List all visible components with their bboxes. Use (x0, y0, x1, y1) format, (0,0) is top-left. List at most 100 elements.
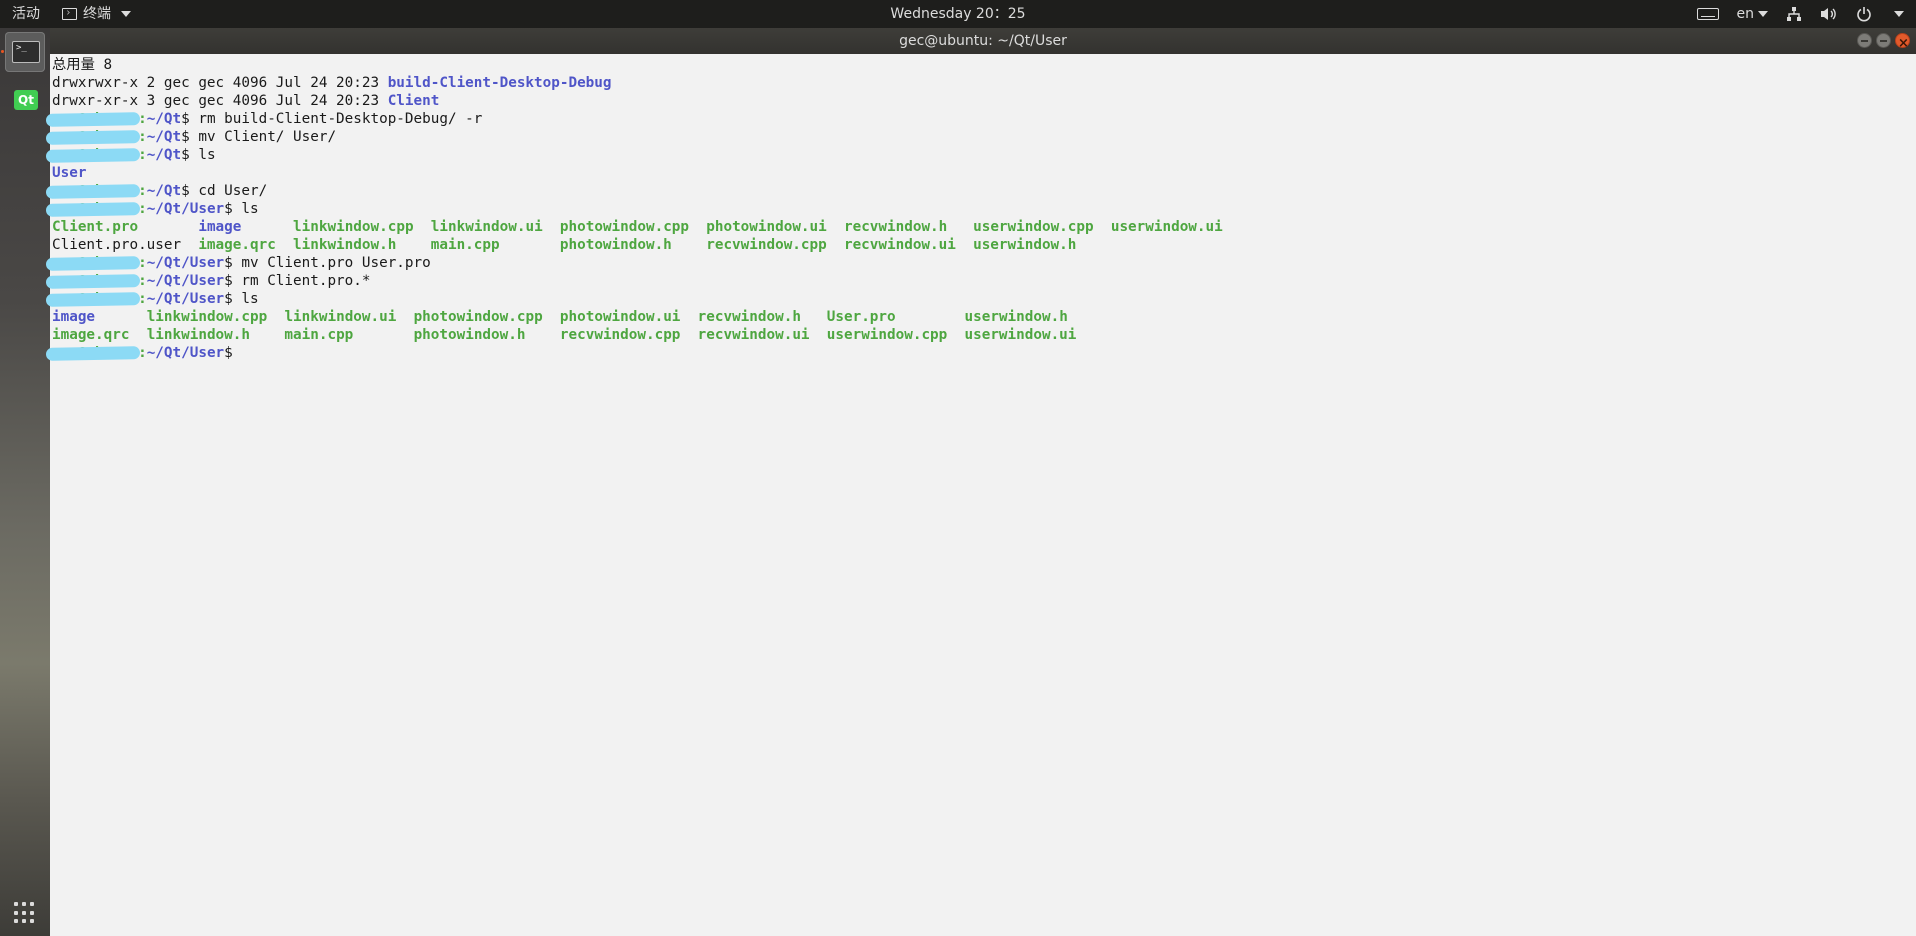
file-entry: linkwindow.h (293, 237, 397, 253)
prompt-path: ~/Qt/User (146, 291, 225, 307)
redaction-mark (45, 202, 141, 217)
terminal-line: gec@ubuntu:~/Qt/User$ ls (45, 290, 1223, 308)
prompt-path: ~/Qt (146, 129, 182, 145)
directory-entry: image (52, 309, 96, 325)
show-applications-button[interactable] (14, 902, 36, 924)
terminal-icon: >_ (12, 41, 40, 63)
file-entry: linkwindow.cpp (146, 309, 268, 325)
terminal-text-segment: drwxrwxr-x 2 gec gec 4096 Jul 24 20:23 (52, 75, 388, 91)
prompt-path: ~/Qt/User (146, 273, 225, 289)
prompt-user-host: gec@ubuntu (45, 273, 141, 289)
dock-terminal-launcher[interactable]: >_ (5, 32, 45, 72)
terminal-line: gec@ubuntu:~/Qt$ cd User/ (45, 182, 1223, 200)
file-entry: Client.pro (52, 219, 139, 235)
file-entry: userwindow.ui (964, 327, 1077, 343)
clock[interactable]: Wednesday 20：25 (890, 0, 1025, 28)
file-entry: userwindow.h (964, 309, 1068, 325)
terminal-text-segment: $ (224, 345, 242, 361)
terminal-line: gec@ubuntu:~/Qt/User$ (45, 344, 1223, 362)
redaction-mark (45, 148, 141, 163)
language-label: en (1736, 6, 1755, 22)
terminal-text-segment: : (138, 129, 147, 145)
terminal-output[interactable]: 总用量 8 drwxrwxr-x 2 gec gec 4096 Jul 24 20… (45, 54, 1916, 936)
redaction-mark (45, 184, 141, 199)
redaction-mark (45, 346, 141, 361)
dock: >_ Qt (0, 28, 50, 936)
file-entry: main.cpp (430, 237, 500, 253)
terminal-text-segment: $ cd User/ (181, 183, 268, 199)
redaction-mark (45, 256, 141, 271)
app-menu-label: 终端 (83, 6, 111, 22)
file-entry: recvwindow.ui (697, 327, 810, 343)
prompt-user-host: gec@ubuntu (45, 183, 141, 199)
close-button[interactable] (1895, 31, 1910, 48)
dock-qt-creator-launcher[interactable]: Qt (5, 84, 45, 124)
file-entry: photowindow.ui (559, 309, 681, 325)
chevron-down-icon[interactable] (1894, 11, 1904, 17)
maximize-button[interactable] (1876, 33, 1891, 48)
terminal-line: 总用量 8 (52, 56, 1223, 74)
terminal-line: gec@ubuntu:~/Qt/User$ rm Client.pro.* (45, 272, 1223, 290)
prompt-path: ~/Qt/User (146, 345, 225, 361)
file-entry: linkwindow.ui (284, 309, 397, 325)
terminal-text-segment: 总用量 8 (52, 57, 113, 73)
file-entry: main.cpp (284, 327, 354, 343)
prompt-user-host: gec@ubuntu (45, 255, 141, 271)
chevron-down-icon (1758, 11, 1768, 17)
chevron-down-icon (121, 11, 131, 17)
file-entry: recvwindow.cpp (559, 327, 681, 343)
terminal-text-segment: : (138, 291, 147, 307)
directory-entry: build-Client-Desktop-Debug (387, 75, 612, 91)
keyboard-icon[interactable] (1696, 8, 1719, 20)
language-indicator[interactable]: en (1736, 0, 1768, 28)
prompt-user-host: gec@ubuntu (45, 201, 141, 217)
prompt-path: ~/Qt (146, 183, 182, 199)
terminal-text-segment: : (138, 273, 147, 289)
file-entry: image.qrc (198, 237, 276, 253)
app-menu[interactable]: 终端 (62, 0, 131, 28)
volume-icon[interactable] (1820, 6, 1838, 22)
file-entry: recvwindow.h (697, 309, 801, 325)
terminal-text-segment: $ rm Client.pro.* (224, 273, 371, 289)
terminal-text-segment: Client.pro.user (52, 237, 199, 253)
file-entry: photowindow.cpp (559, 219, 690, 235)
power-icon[interactable] (1856, 6, 1872, 22)
terminal-line: gec@ubuntu:~/Qt/User$ mv Client.pro User… (45, 254, 1223, 272)
network-icon[interactable] (1786, 6, 1802, 22)
file-entry: userwindow.cpp (826, 327, 948, 343)
minimize-button[interactable] (1857, 33, 1872, 48)
terminal-app-icon (62, 8, 77, 20)
activities-button[interactable]: 活动 (12, 0, 40, 28)
window-title: gec@ubuntu: ~/Qt/User (899, 33, 1067, 49)
file-entry: recvwindow.cpp (706, 237, 827, 253)
prompt-user-host: gec@ubuntu (45, 345, 141, 361)
file-entry: userwindow.h (973, 237, 1077, 253)
redaction-mark (45, 130, 141, 145)
terminal-text-segment: $ ls (224, 291, 259, 307)
directory-entry: User (52, 165, 87, 181)
window-titlebar[interactable]: gec@ubuntu: ~/Qt/User (50, 28, 1916, 54)
prompt-user-host: gec@ubuntu (45, 291, 141, 307)
terminal-text-segment: $ mv Client.pro User.pro (224, 255, 431, 271)
terminal-text-segment: : (138, 345, 147, 361)
redaction-mark (45, 112, 141, 127)
terminal-text-segment: $ ls (224, 201, 259, 217)
file-entry: recvwindow.h (843, 219, 948, 235)
qt-creator-icon: Qt (14, 90, 38, 110)
directory-entry: image (198, 219, 242, 235)
terminal-text-segment: : (138, 111, 147, 127)
